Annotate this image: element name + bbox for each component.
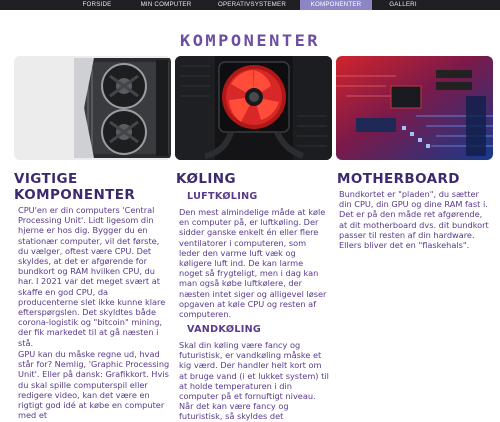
vandkoling-paragraph: Skal din køling være fancy og futuristis…	[179, 340, 329, 422]
cpu-cooler-fan-image	[175, 56, 332, 160]
section-heading-vigtige-komponenter: VIGTIGE KOMPONENTER	[14, 171, 136, 203]
nav-link-min-computer[interactable]: MIN COMPUTER	[128, 0, 204, 10]
title-row: KOMPONENTER	[0, 31, 500, 55]
motherboard-illustration	[336, 56, 493, 160]
motherboard-image	[336, 56, 493, 160]
cpu-cooler-illustration	[175, 56, 332, 160]
gpu-paragraph: GPU kan du måske regne ud, hvad står for…	[18, 349, 170, 421]
section-heading-motherboard: MOTHERBOARD	[337, 171, 460, 187]
top-navigation: FORSIDE MIN COMPUTER OPERATIVSYSTEMER KO…	[0, 0, 500, 10]
page-title: KOMPONENTER	[179, 31, 321, 51]
graphics-card-image	[14, 56, 171, 160]
section-heading-koling: KØLING	[176, 171, 236, 187]
luftkoling-paragraph: Den mest almindelige måde at køle en com…	[179, 207, 327, 320]
nav-link-forside[interactable]: FORSIDE	[66, 0, 128, 10]
cpu-paragraph: CPU'en er din computers 'Central Process…	[18, 205, 166, 348]
nav-link-galleri[interactable]: GALLERI	[372, 0, 434, 10]
subheading-luftkoling: LUFTKØLING	[187, 191, 258, 202]
nav-link-operativsystemer[interactable]: OPERATIVSYSTEMER	[204, 0, 300, 10]
graphics-card-illustration	[14, 56, 171, 160]
subheading-vandkoling: VANDKØLING	[187, 324, 262, 335]
motherboard-paragraph: Bundkortet er "pladen", du sætter din CP…	[339, 189, 489, 251]
nav-link-komponenter[interactable]: KOMPONENTER	[300, 0, 372, 10]
